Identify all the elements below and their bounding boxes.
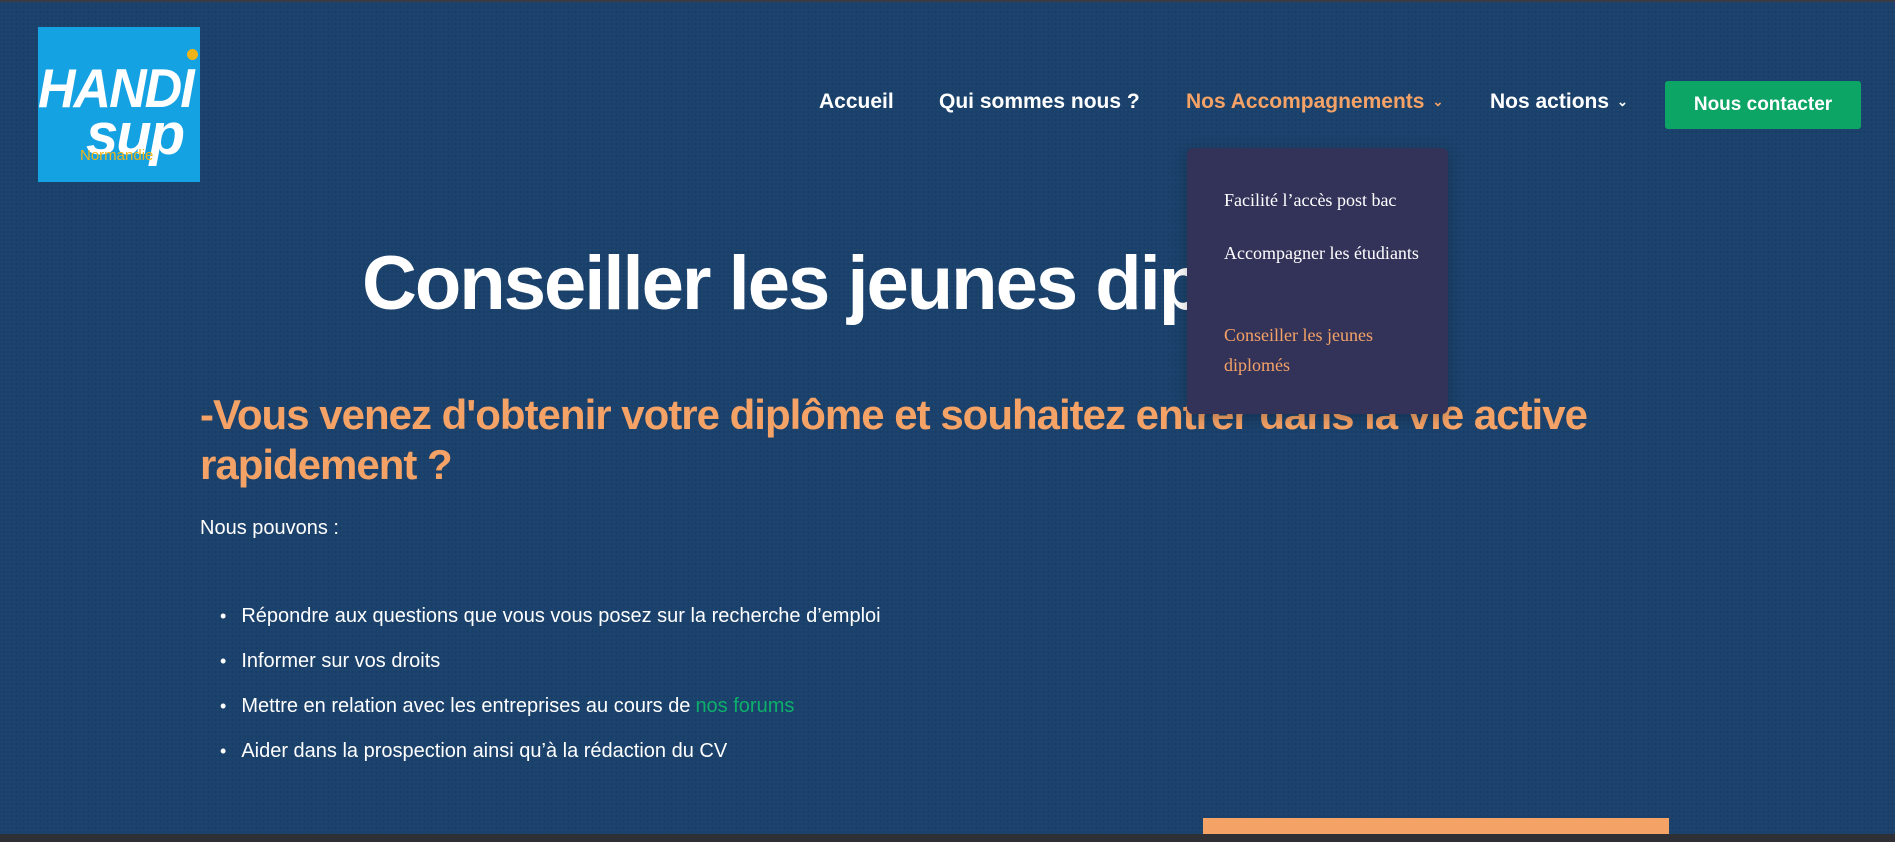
- bullet-icon: •: [220, 696, 227, 716]
- logo-dot: [187, 49, 198, 60]
- intro-text: Nous pouvons :: [200, 517, 339, 539]
- logo-text-region: Normandie: [80, 147, 154, 164]
- dropdown-item-accompagner-etudiants[interactable]: Accompagner les étudiants: [1224, 238, 1424, 268]
- list-item: • Aider dans la prospection ainsi qu’à l…: [220, 729, 881, 774]
- nav-item-nos-accompagnements[interactable]: Nos Accompagnements ⌄: [1186, 90, 1443, 114]
- list-item-text: Mettre en relation avec les entreprises …: [241, 695, 691, 717]
- list-item-text: Informer sur vos droits: [241, 650, 441, 672]
- nav-item-accueil[interactable]: Accueil: [819, 90, 894, 114]
- dropdown-item-post-bac[interactable]: Facilité l’accès post bac: [1224, 185, 1424, 215]
- list-item: • Informer sur vos droits: [220, 639, 881, 684]
- nav-item-label: Nos Accompagnements: [1186, 90, 1425, 113]
- bullet-icon: •: [220, 741, 227, 761]
- nav-item-label: Nos actions: [1490, 90, 1610, 113]
- nav-item-nos-actions[interactable]: Nos actions ⌄: [1490, 90, 1628, 114]
- nav-item-label: Accueil: [819, 90, 894, 113]
- contact-button[interactable]: Nous contacter: [1665, 81, 1861, 129]
- chevron-down-icon: ⌄: [1617, 94, 1628, 109]
- nav-item-qui-sommes-nous[interactable]: Qui sommes nous ?: [939, 90, 1140, 114]
- services-list: • Répondre aux questions que vous vous p…: [220, 594, 881, 774]
- site-logo[interactable]: HANDI sup Normandie: [38, 27, 200, 182]
- list-item: • Mettre en relation avec les entreprise…: [220, 684, 881, 729]
- bullet-icon: •: [220, 606, 227, 626]
- list-item-text: Aider dans la prospection ainsi qu’à la …: [241, 740, 728, 762]
- nos-accompagnements-dropdown: Facilité l’accès post bac Accompagner le…: [1187, 148, 1448, 414]
- bottom-border: [0, 834, 1895, 842]
- list-item-text: Répondre aux questions que vous vous pos…: [241, 605, 881, 627]
- bullet-icon: •: [220, 651, 227, 671]
- nav-item-label: Qui sommes nous ?: [939, 90, 1140, 113]
- list-item: • Répondre aux questions que vous vous p…: [220, 594, 881, 639]
- top-border: [0, 0, 1895, 2]
- chevron-down-icon: ⌄: [1432, 94, 1444, 109]
- forums-link[interactable]: nos forums: [695, 695, 794, 718]
- dropdown-item-conseiller-jeunes[interactable]: Conseiller les jeunes diplomés: [1224, 320, 1424, 380]
